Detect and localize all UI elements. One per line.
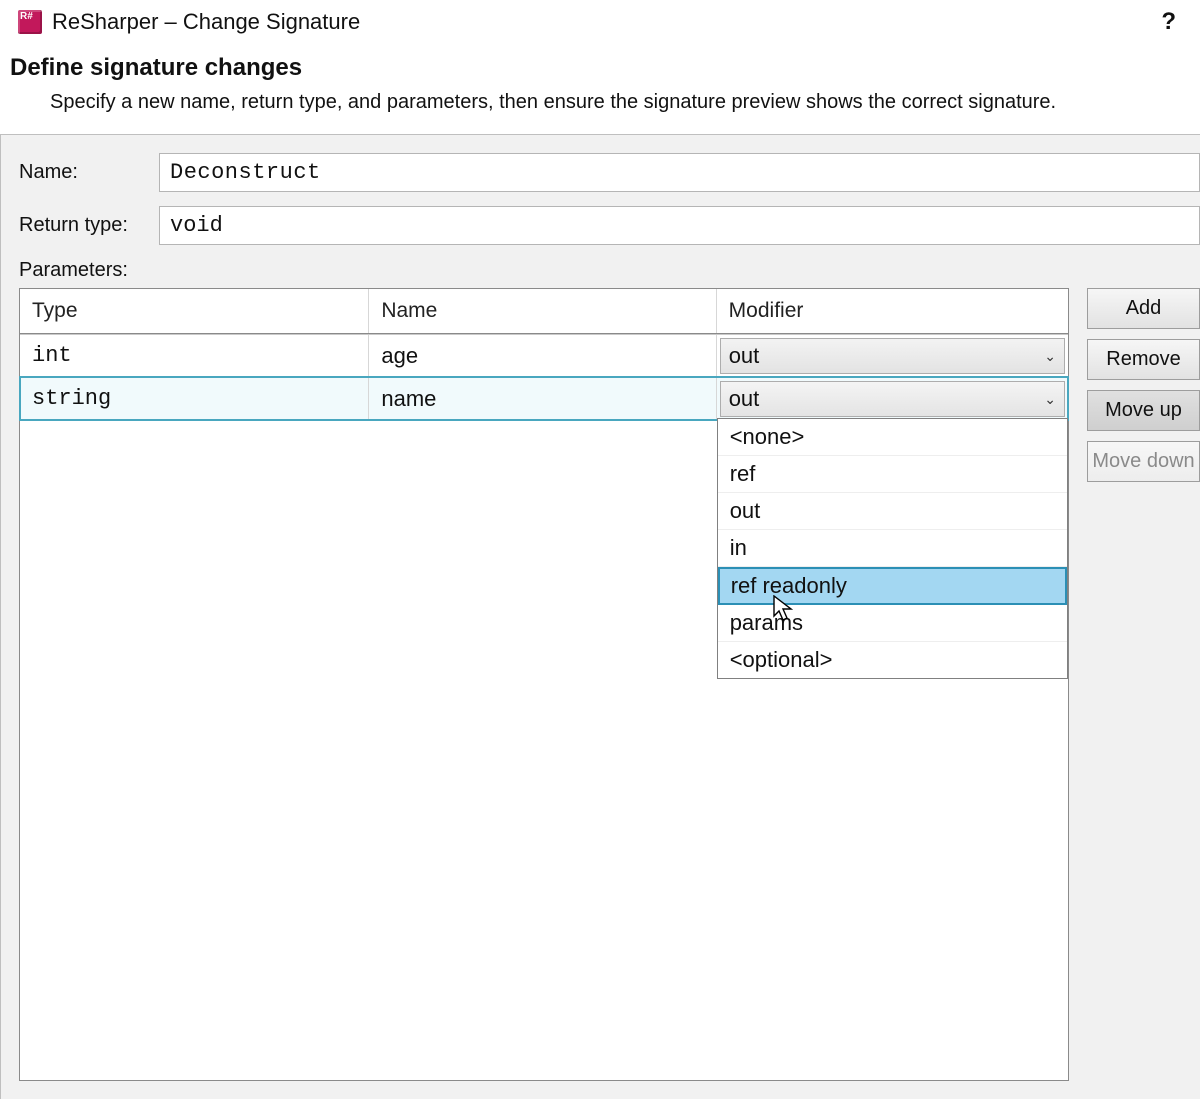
button-column: Add Remove Move up Move down xyxy=(1087,288,1200,482)
col-header-modifier[interactable]: Modifier xyxy=(717,289,1068,333)
titlebar: ReSharper – Change Signature ? xyxy=(0,0,1200,40)
grid-header-row: Type Name Modifier xyxy=(20,289,1068,334)
label-return-type: Return type: xyxy=(19,214,159,237)
modifier-option[interactable]: ref readonly xyxy=(718,567,1067,605)
move-down-button[interactable]: Move down xyxy=(1087,441,1200,482)
parameters-area: Type Name Modifier int age out ⌄ string … xyxy=(19,288,1200,1081)
move-up-button[interactable]: Move up xyxy=(1087,390,1200,431)
param-0-modifier-combo[interactable]: out ⌄ xyxy=(720,338,1065,374)
app-icon xyxy=(18,10,42,34)
modifier-dropdown[interactable]: <none>refoutinref readonlyparams<optiona… xyxy=(717,418,1068,679)
col-header-type[interactable]: Type xyxy=(20,289,369,333)
chevron-down-icon: ⌄ xyxy=(1044,348,1056,365)
modifier-option[interactable]: <optional> xyxy=(718,642,1067,678)
param-0-name[interactable]: age xyxy=(369,335,716,377)
row-return-type: Return type: void xyxy=(19,206,1200,245)
modifier-option[interactable]: out xyxy=(718,493,1067,530)
modifier-option[interactable]: <none> xyxy=(718,419,1067,456)
label-parameters: Parameters: xyxy=(19,259,1200,282)
param-1-name[interactable]: name xyxy=(369,378,716,420)
remove-button[interactable]: Remove xyxy=(1087,339,1200,380)
section-heading: Define signature changes Specify a new n… xyxy=(0,40,1200,116)
modifier-option[interactable]: in xyxy=(718,530,1067,567)
heading-title: Define signature changes xyxy=(10,54,1200,82)
modifier-option[interactable]: params xyxy=(718,605,1067,642)
modifier-option[interactable]: ref xyxy=(718,456,1067,493)
parameters-grid[interactable]: Type Name Modifier int age out ⌄ string … xyxy=(19,288,1069,1081)
param-0-type[interactable]: int xyxy=(20,335,369,377)
label-name: Name: xyxy=(19,161,159,184)
param-1-type[interactable]: string xyxy=(20,378,369,420)
row-name: Name: Deconstruct xyxy=(19,153,1200,192)
param-row-1[interactable]: string name out ⌄ xyxy=(20,377,1068,420)
help-button[interactable]: ? xyxy=(1155,8,1182,36)
param-1-modifier-cell[interactable]: out ⌄ xyxy=(717,378,1068,420)
param-0-modifier-value: out xyxy=(729,343,760,369)
param-0-modifier-cell[interactable]: out ⌄ xyxy=(717,335,1068,377)
add-button[interactable]: Add xyxy=(1087,288,1200,329)
param-1-modifier-value: out xyxy=(729,386,760,412)
param-1-modifier-combo[interactable]: out ⌄ xyxy=(720,381,1065,417)
input-name[interactable]: Deconstruct xyxy=(159,153,1200,192)
col-header-name[interactable]: Name xyxy=(369,289,716,333)
heading-desc: Specify a new name, return type, and par… xyxy=(50,88,1200,116)
window-title: ReSharper – Change Signature xyxy=(52,9,360,35)
chevron-down-icon: ⌄ xyxy=(1044,391,1056,408)
titlebar-left: ReSharper – Change Signature xyxy=(18,9,360,35)
input-return-type[interactable]: void xyxy=(159,206,1200,245)
param-row-0[interactable]: int age out ⌄ xyxy=(20,334,1068,377)
